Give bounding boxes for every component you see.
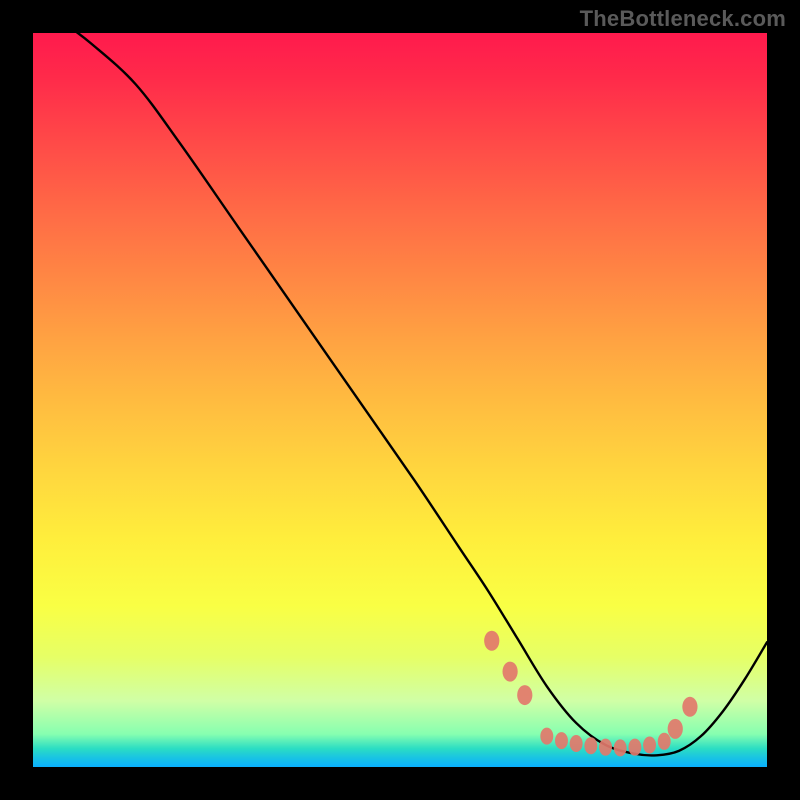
- bottleneck-curve: [33, 33, 767, 755]
- plot-area: [33, 33, 767, 767]
- curve-marker: [658, 733, 671, 750]
- curve-marker: [614, 739, 627, 756]
- curve-marker: [628, 739, 641, 756]
- chart-frame: TheBottleneck.com: [0, 0, 800, 800]
- curve-marker: [570, 735, 583, 752]
- curve-marker: [584, 737, 597, 754]
- curve-marker: [682, 697, 697, 717]
- curve-marker: [668, 719, 683, 739]
- curve-marker: [599, 739, 612, 756]
- curve-marker: [643, 736, 656, 753]
- curve-marker: [540, 728, 553, 745]
- curve-marker: [484, 631, 499, 651]
- watermark-text: TheBottleneck.com: [580, 6, 786, 32]
- curve-layer: [33, 33, 767, 767]
- curve-markers: [484, 631, 697, 757]
- curve-marker: [503, 662, 518, 682]
- curve-marker: [517, 685, 532, 705]
- curve-marker: [555, 732, 568, 749]
